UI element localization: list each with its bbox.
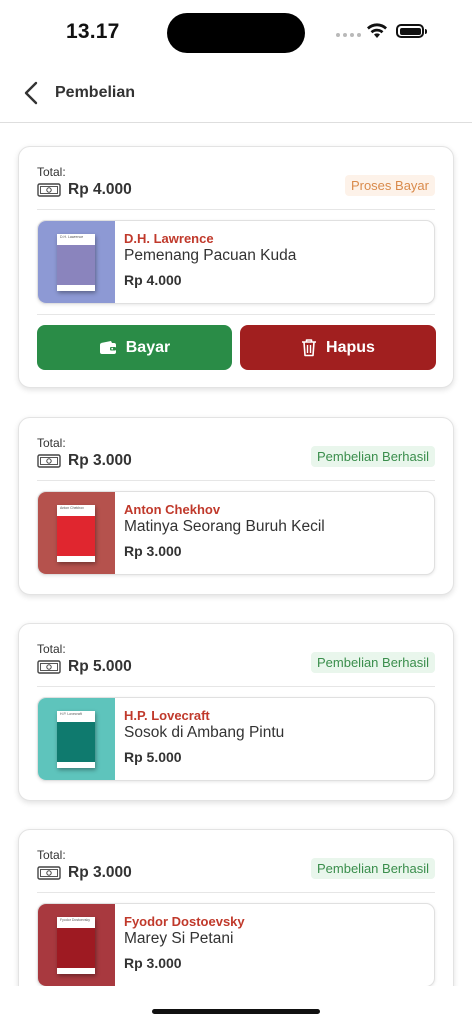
app-header: Pembelian [0, 64, 472, 123]
order-card: Total: Rp 3.000 Pembelian Berhasil Fyodo… [18, 829, 454, 1007]
order-card: Total: Rp 5.000 Pembelian Berhasil H.P. … [18, 623, 454, 801]
book-author: H.P. Lovecraft [124, 708, 210, 723]
status-badge: Proses Bayar [344, 175, 435, 196]
book-cover-background: Anton Chekhov [38, 492, 115, 574]
cellular-signal-icon [336, 33, 361, 37]
total-label: Total: [37, 848, 66, 862]
page-title: Pembelian [55, 84, 136, 101]
book-author: D.H. Lawrence [124, 231, 214, 246]
total-label: Total: [37, 642, 66, 656]
total-row: Rp 3.000 [37, 864, 132, 882]
bottom-safe-area [0, 986, 472, 1024]
chevron-left-icon [24, 81, 38, 105]
book-title: Sosok di Ambang Pintu [124, 724, 285, 741]
divider [37, 314, 435, 315]
book-title: Marey Si Petani [124, 930, 234, 947]
book-cover-background: Fyodor Dostoevsky [38, 904, 115, 986]
total-row: Rp 3.000 [37, 452, 132, 470]
book-cover-background: H.P. Lovecraft [38, 698, 115, 780]
book-item[interactable]: Anton Chekhov Anton Chekhov Matinya Seor… [37, 491, 435, 575]
order-card: Total: Rp 3.000 Pembelian Berhasil Anton… [18, 417, 454, 595]
dynamic-island [167, 13, 305, 53]
book-author: Anton Chekhov [124, 502, 221, 517]
delete-button-label: Hapus [326, 338, 375, 356]
book-title: Matinya Seorang Buruh Kecil [124, 518, 325, 535]
total-amount: Rp 5.000 [68, 658, 132, 675]
book-item[interactable]: D.H. Lawrence D.H. Lawrence Pemenang Pac… [37, 220, 435, 304]
book-item[interactable]: Fyodor Dostoevsky Fyodor Dostoevsky Mare… [37, 903, 435, 987]
home-indicator[interactable] [152, 1009, 320, 1014]
book-author: Fyodor Dostoevsky [124, 914, 245, 929]
total-amount: Rp 3.000 [68, 864, 132, 881]
pay-button-label: Bayar [125, 338, 171, 356]
divider [37, 892, 435, 893]
back-button[interactable] [16, 78, 46, 108]
status-bar: 13.17 [0, 0, 472, 64]
status-badge: Pembelian Berhasil [310, 652, 435, 673]
book-cover: Fyodor Dostoevsky [57, 917, 95, 974]
book-price: Rp 4.000 [124, 272, 182, 288]
divider [37, 480, 435, 481]
total-label: Total: [37, 436, 66, 450]
status-time: 13.17 [66, 20, 120, 43]
book-cover-background: D.H. Lawrence [38, 221, 115, 303]
status-badge: Pembelian Berhasil [310, 446, 435, 467]
pay-button[interactable]: Bayar [37, 325, 232, 370]
cash-icon [37, 866, 61, 880]
cash-icon [37, 660, 61, 674]
book-cover: H.P. Lovecraft [57, 711, 95, 768]
book-price: Rp 3.000 [124, 955, 182, 971]
book-price: Rp 5.000 [124, 749, 182, 765]
status-badge: Pembelian Berhasil [310, 858, 435, 879]
book-item[interactable]: H.P. Lovecraft H.P. Lovecraft Sosok di A… [37, 697, 435, 781]
wallet-icon [99, 340, 116, 354]
total-label: Total: [37, 165, 66, 179]
book-cover: Anton Chekhov [57, 505, 95, 562]
delete-button[interactable]: Hapus [240, 325, 436, 370]
book-price: Rp 3.000 [124, 543, 182, 559]
divider [37, 209, 435, 210]
total-amount: Rp 4.000 [68, 181, 132, 198]
order-card: Total: Rp 4.000 Proses Bayar D.H. Lawren… [18, 146, 454, 388]
total-row: Rp 4.000 [37, 181, 132, 199]
battery-icon [396, 24, 427, 38]
book-cover: D.H. Lawrence [57, 234, 95, 291]
cash-icon [37, 454, 61, 468]
wifi-icon [367, 23, 387, 38]
divider [37, 686, 435, 687]
total-amount: Rp 3.000 [68, 452, 132, 469]
book-title: Pemenang Pacuan Kuda [124, 247, 297, 264]
total-row: Rp 5.000 [37, 658, 132, 676]
trash-icon [302, 339, 317, 357]
cash-icon [37, 183, 61, 197]
